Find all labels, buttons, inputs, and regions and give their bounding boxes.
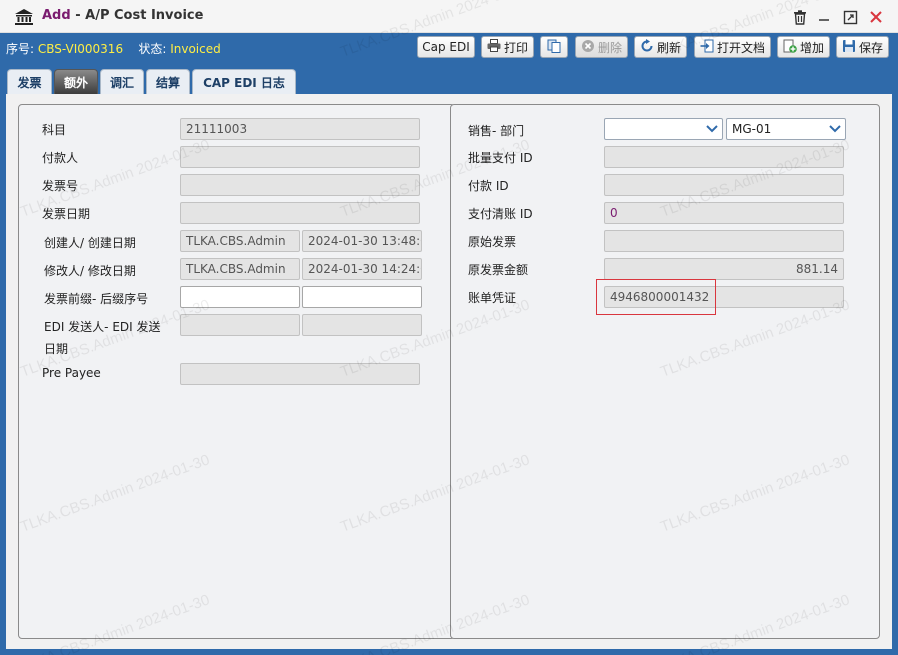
tab-cap-edi-log[interactable]: CAP EDI 日志 [192,69,296,94]
invoice-no-field[interactable] [180,174,420,196]
created-date-field[interactable]: 2024-01-30 13:48:03 [302,230,422,252]
tab-invoice[interactable]: 发票 [7,69,52,94]
save-label: 保存 [858,40,883,55]
minimize-icon[interactable] [814,7,834,27]
record-info: 序号: CBS-VI000316 状态: Invoiced [6,40,221,57]
edi-sender-field[interactable] [180,314,300,336]
printer-icon [487,39,501,55]
window-title: Add - A/P Cost Invoice [42,8,203,23]
title-separator: - [75,8,81,23]
tab-extra[interactable]: 额外 [54,69,98,94]
invoice-date-label: 发票日期 [42,207,91,221]
window-mode: Add [42,8,71,23]
modifier-field[interactable]: TLKA.CBS.Admin [180,258,300,280]
save-icon [842,39,856,56]
save-button[interactable]: 保存 [836,36,889,58]
refresh-label: 刷新 [656,40,681,55]
modified-date-field[interactable]: 2024-01-30 14:24:03 [302,258,422,280]
tab-settlement[interactable]: 结算 [146,69,190,94]
payer-label: 付款人 [42,151,79,165]
chevron-down-icon [704,121,720,137]
dept-select[interactable]: MG-01 [726,118,846,140]
batch-pay-field[interactable] [604,146,844,168]
info-toolbar: 序号: CBS-VI000316 状态: Invoiced Cap EDI 打印… [0,33,898,62]
title-bar: Add - A/P Cost Invoice [0,0,898,33]
edi-date-field[interactable] [302,314,422,336]
add-label: 增加 [799,40,824,55]
maximize-icon[interactable] [840,7,860,27]
clearing-id-value: 0 [610,206,618,220]
highlight-box [596,279,716,315]
copy-button[interactable] [540,36,568,58]
delete-circle-icon [581,39,595,56]
voucher-label: 账单凭证 [468,291,517,305]
refresh-button[interactable]: 刷新 [634,36,687,58]
content-area: 科目 21111003 付款人 发票号 发票日期 创建人/ 创建日期 TLKA.… [0,94,898,655]
tab-exchange[interactable]: 调汇 [100,69,144,94]
window-title-text: A/P Cost Invoice [85,8,204,23]
sales-select[interactable] [604,118,723,140]
delete-label: 删除 [597,40,622,55]
pre-payee-label: Pre Payee [42,366,101,380]
trash-icon[interactable] [790,7,810,27]
open-document-button[interactable]: 打开文档 [694,36,771,58]
orig-invoice-label: 原始发票 [468,235,517,249]
close-icon[interactable] [866,7,886,27]
right-panel: 销售- 部门 MG-01 批量支付 ID 付款 ID 支付清账 ID 0 原始发… [450,104,880,639]
prefix-input[interactable] [180,286,300,308]
creator-label: 创建人/ 创建日期 [44,236,136,250]
pre-payee-field[interactable] [180,363,420,385]
payment-id-label: 付款 ID [468,179,509,193]
orig-amount-field[interactable]: 881.14 [604,258,844,280]
edi-date-label: 日期 [44,342,69,356]
status-label: 状态: [138,42,167,56]
add-button[interactable]: 增加 [777,36,830,58]
payment-id-field[interactable] [604,174,844,196]
suffix-input[interactable] [302,286,422,308]
status-value: Invoiced [170,42,221,56]
chevron-down-icon [827,121,843,137]
prefix-suffix-label: 发票前缀- 后缀序号 [44,292,149,306]
delete-button[interactable]: 删除 [575,36,628,58]
copy-icon [547,39,561,56]
edi-sender-label: EDI 发送人- EDI 发送 [44,320,161,334]
open-document-icon [700,39,714,56]
invoice-no-label: 发票号 [42,179,79,193]
clearing-id-label: 支付清账 ID [468,207,533,221]
refresh-icon [640,38,654,56]
bank-icon [14,8,34,26]
print-label: 打印 [503,40,528,55]
invoice-date-field[interactable] [180,202,420,224]
open-document-label: 打开文档 [716,40,765,55]
left-panel: 科目 21111003 付款人 发票号 发票日期 创建人/ 创建日期 TLKA.… [18,104,455,639]
batch-pay-label: 批量支付 ID [468,151,533,165]
tab-strip: 发票 额外 调汇 结算 CAP EDI 日志 [0,62,898,94]
cap-edi-label: Cap EDI [422,40,470,54]
orig-invoice-field[interactable] [604,230,844,252]
modifier-label: 修改人/ 修改日期 [44,264,136,278]
creator-field[interactable]: TLKA.CBS.Admin [180,230,300,252]
sales-dept-label: 销售- 部门 [468,124,525,138]
dept-value: MG-01 [732,122,772,136]
print-button[interactable]: 打印 [481,36,534,58]
subject-label: 科目 [42,123,67,137]
payer-field[interactable] [180,146,420,168]
seq-value: CBS-VI000316 [37,42,124,56]
clearing-id-field[interactable]: 0 [604,202,844,224]
add-document-icon [783,39,797,56]
subject-field[interactable]: 21111003 [180,118,420,140]
seq-label: 序号: [6,42,35,56]
cap-edi-button[interactable]: Cap EDI [417,36,475,58]
orig-amount-label: 原发票金额 [468,263,529,277]
